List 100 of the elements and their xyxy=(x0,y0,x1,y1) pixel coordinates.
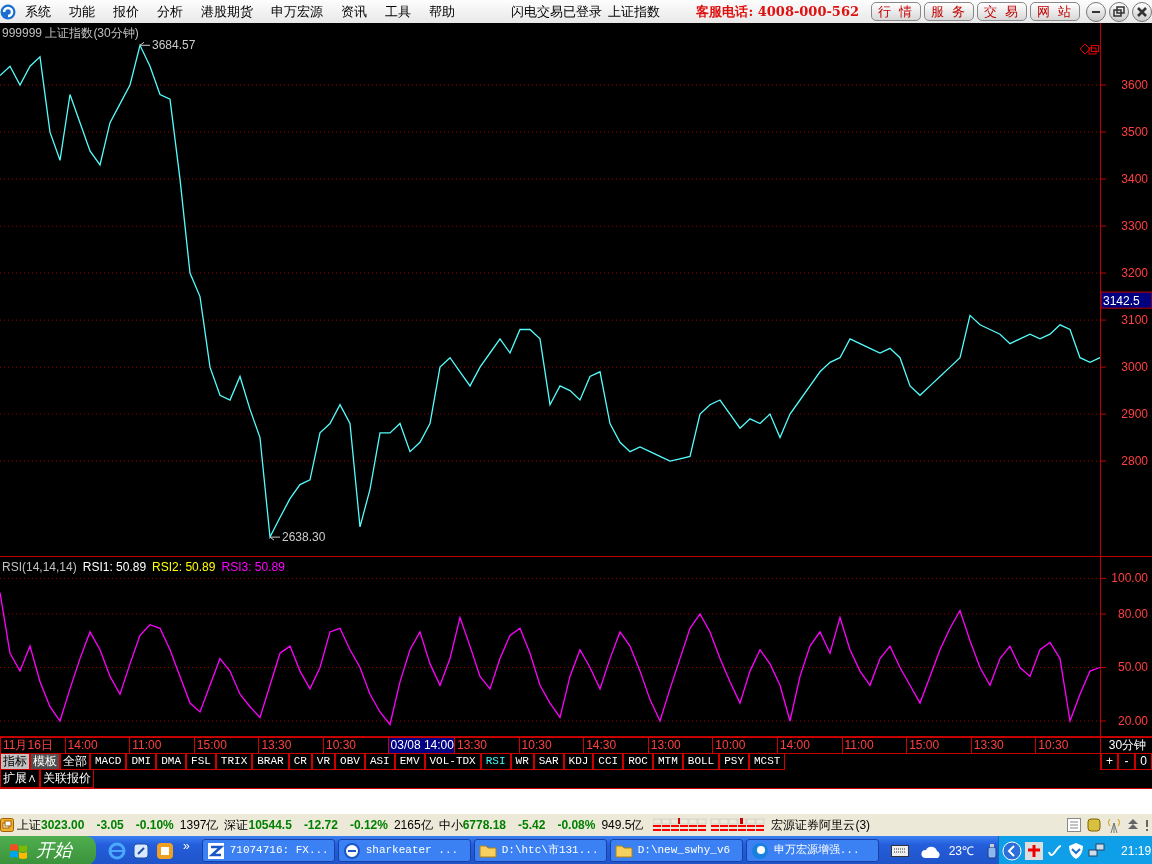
time-label: 03/08 14:00 xyxy=(387,738,454,753)
tab[interactable]: CCI xyxy=(593,754,624,770)
tab[interactable]: ASI xyxy=(364,754,395,770)
time-label: 11:00 xyxy=(129,738,194,753)
clock-text: 21:19 xyxy=(1121,842,1152,860)
tab[interactable]: 全部 xyxy=(60,754,90,770)
tab[interactable]: BOLL xyxy=(682,754,720,770)
tab[interactable]: WR xyxy=(510,754,534,770)
axis-label: 100.00 xyxy=(1111,571,1148,586)
index-change: -5.42 xyxy=(518,817,546,834)
time-label: 10:30 xyxy=(1035,738,1100,753)
tab[interactable]: EMV xyxy=(394,754,425,770)
nav-button[interactable]: 交易 xyxy=(977,2,1027,21)
index-change: -12.72 xyxy=(303,817,338,834)
nav-button[interactable]: 服务 xyxy=(924,2,974,21)
menu-item[interactable]: 资讯 xyxy=(332,1,376,22)
tab[interactable]: MACD xyxy=(90,754,127,770)
zoom-button[interactable]: - xyxy=(1118,754,1135,770)
browser-icon[interactable] xyxy=(108,841,126,860)
swirl-icon xyxy=(750,841,769,860)
tab[interactable]: PSY xyxy=(719,754,749,770)
menu-item[interactable]: 港股期货 xyxy=(192,1,262,22)
legend-item: RSI2: 50.89 xyxy=(152,559,216,576)
coin-icon[interactable] xyxy=(1087,818,1101,832)
time-label: 11:00 xyxy=(841,738,907,753)
taskbar-button[interactable]: sharkeater ... xyxy=(337,839,471,862)
time-label: 10:30 xyxy=(322,738,388,753)
chevron-left-icon[interactable] xyxy=(1002,840,1023,861)
axis-label: 3100 xyxy=(1121,313,1148,328)
index-name: 中小 xyxy=(438,817,463,834)
usb-icon[interactable] xyxy=(986,842,999,859)
axis-label: 3000 xyxy=(1121,360,1148,375)
tab[interactable]: VOL-TDX xyxy=(424,754,481,770)
tab[interactable]: 关联报价 xyxy=(40,770,94,788)
legend-item: RSI3: 50.89 xyxy=(221,559,285,576)
login-status: 闪电交易已登录 xyxy=(511,2,603,21)
tab[interactable]: KDJ xyxy=(563,754,594,770)
indicator-title: RSI(14,14,14) xyxy=(2,559,77,576)
tab[interactable]: TRIX xyxy=(215,754,253,770)
axis-label: 3600 xyxy=(1121,78,1148,93)
close-button[interactable] xyxy=(1132,1,1152,22)
arrows-up-icon[interactable] xyxy=(1127,818,1139,832)
restore-button[interactable] xyxy=(1109,1,1129,22)
list-icon[interactable] xyxy=(1067,818,1081,832)
zoom-button[interactable]: + xyxy=(1101,754,1118,770)
leader-line xyxy=(269,536,281,541)
colorful-app-icon[interactable] xyxy=(156,841,174,860)
tab[interactable]: RSI xyxy=(480,754,511,770)
taskbar-button[interactable]: 71074716: FX... xyxy=(201,839,335,862)
tab[interactable]: 扩展∧ xyxy=(0,770,40,788)
window-icon[interactable] xyxy=(1088,45,1099,55)
menu-item[interactable]: 申万宏源 xyxy=(262,1,332,22)
keyboard-icon[interactable] xyxy=(890,844,909,857)
tab[interactable]: FSL xyxy=(186,754,216,770)
tab[interactable]: DMA xyxy=(156,754,187,770)
menu-item[interactable]: 报价 xyxy=(104,1,148,22)
restore-icon xyxy=(1111,3,1127,20)
menu-item[interactable]: 工具 xyxy=(376,1,420,22)
tab[interactable]: DMI xyxy=(126,754,157,770)
menu-item[interactable]: 功能 xyxy=(60,1,104,22)
browser-icon xyxy=(342,841,361,860)
tab[interactable]: CR xyxy=(288,754,312,770)
desktop-icon[interactable] xyxy=(132,841,150,860)
turnover-amount: 1397亿 xyxy=(179,817,219,834)
hotline-text: 客服电话: 4008-000-562 xyxy=(696,2,859,21)
zoom-button[interactable]: 0 xyxy=(1135,754,1152,770)
medical-cross-icon[interactable] xyxy=(1025,841,1044,860)
shield-icon[interactable] xyxy=(1067,841,1086,860)
tab[interactable]: BRAR xyxy=(252,754,289,770)
nav-button[interactable]: 网站 xyxy=(1030,2,1080,21)
minimize-button[interactable] xyxy=(1086,1,1106,22)
pin-icon[interactable] xyxy=(1145,819,1149,831)
diamond-icon[interactable] xyxy=(1079,43,1091,55)
taskbar-button[interactable]: 申万宏源增强... xyxy=(745,839,879,862)
network-icon[interactable] xyxy=(1088,841,1107,860)
index-percent: -0.12% xyxy=(349,817,388,834)
taskbar-button[interactable]: D:\htc\市131... xyxy=(473,839,607,862)
turnover-amount: 949.5亿 xyxy=(601,817,644,834)
tab[interactable]: VR xyxy=(311,754,336,770)
more-button[interactable]: » xyxy=(183,836,190,855)
taskbar-button[interactable]: D:\new_swhy_v6 xyxy=(609,839,743,862)
tab[interactable]: MCST xyxy=(749,754,786,770)
tab[interactable]: MTM xyxy=(653,754,683,770)
signal-icon[interactable] xyxy=(1107,817,1121,833)
tab[interactable]: 模板 xyxy=(30,754,60,770)
period-label[interactable]: 30分钟 xyxy=(1100,738,1152,753)
time-label: 13:30 xyxy=(258,738,323,753)
current-price-label: 3142.5 xyxy=(1100,291,1152,309)
temperature-text: 23℃ xyxy=(948,842,975,860)
tab[interactable]: SAR xyxy=(533,754,564,770)
tab[interactable]: 指标 xyxy=(0,754,30,770)
tab[interactable]: ROC xyxy=(623,754,653,770)
nav-button[interactable]: 行情 xyxy=(871,2,921,21)
window-icon xyxy=(0,818,14,832)
menu-item[interactable]: 帮助 xyxy=(420,1,464,22)
index-name: 深证 xyxy=(224,817,249,834)
menu-item[interactable]: 分析 xyxy=(148,1,192,22)
app-icon xyxy=(206,841,225,860)
tab[interactable]: OBV xyxy=(335,754,365,770)
menu-item[interactable]: 系统 xyxy=(16,1,60,22)
